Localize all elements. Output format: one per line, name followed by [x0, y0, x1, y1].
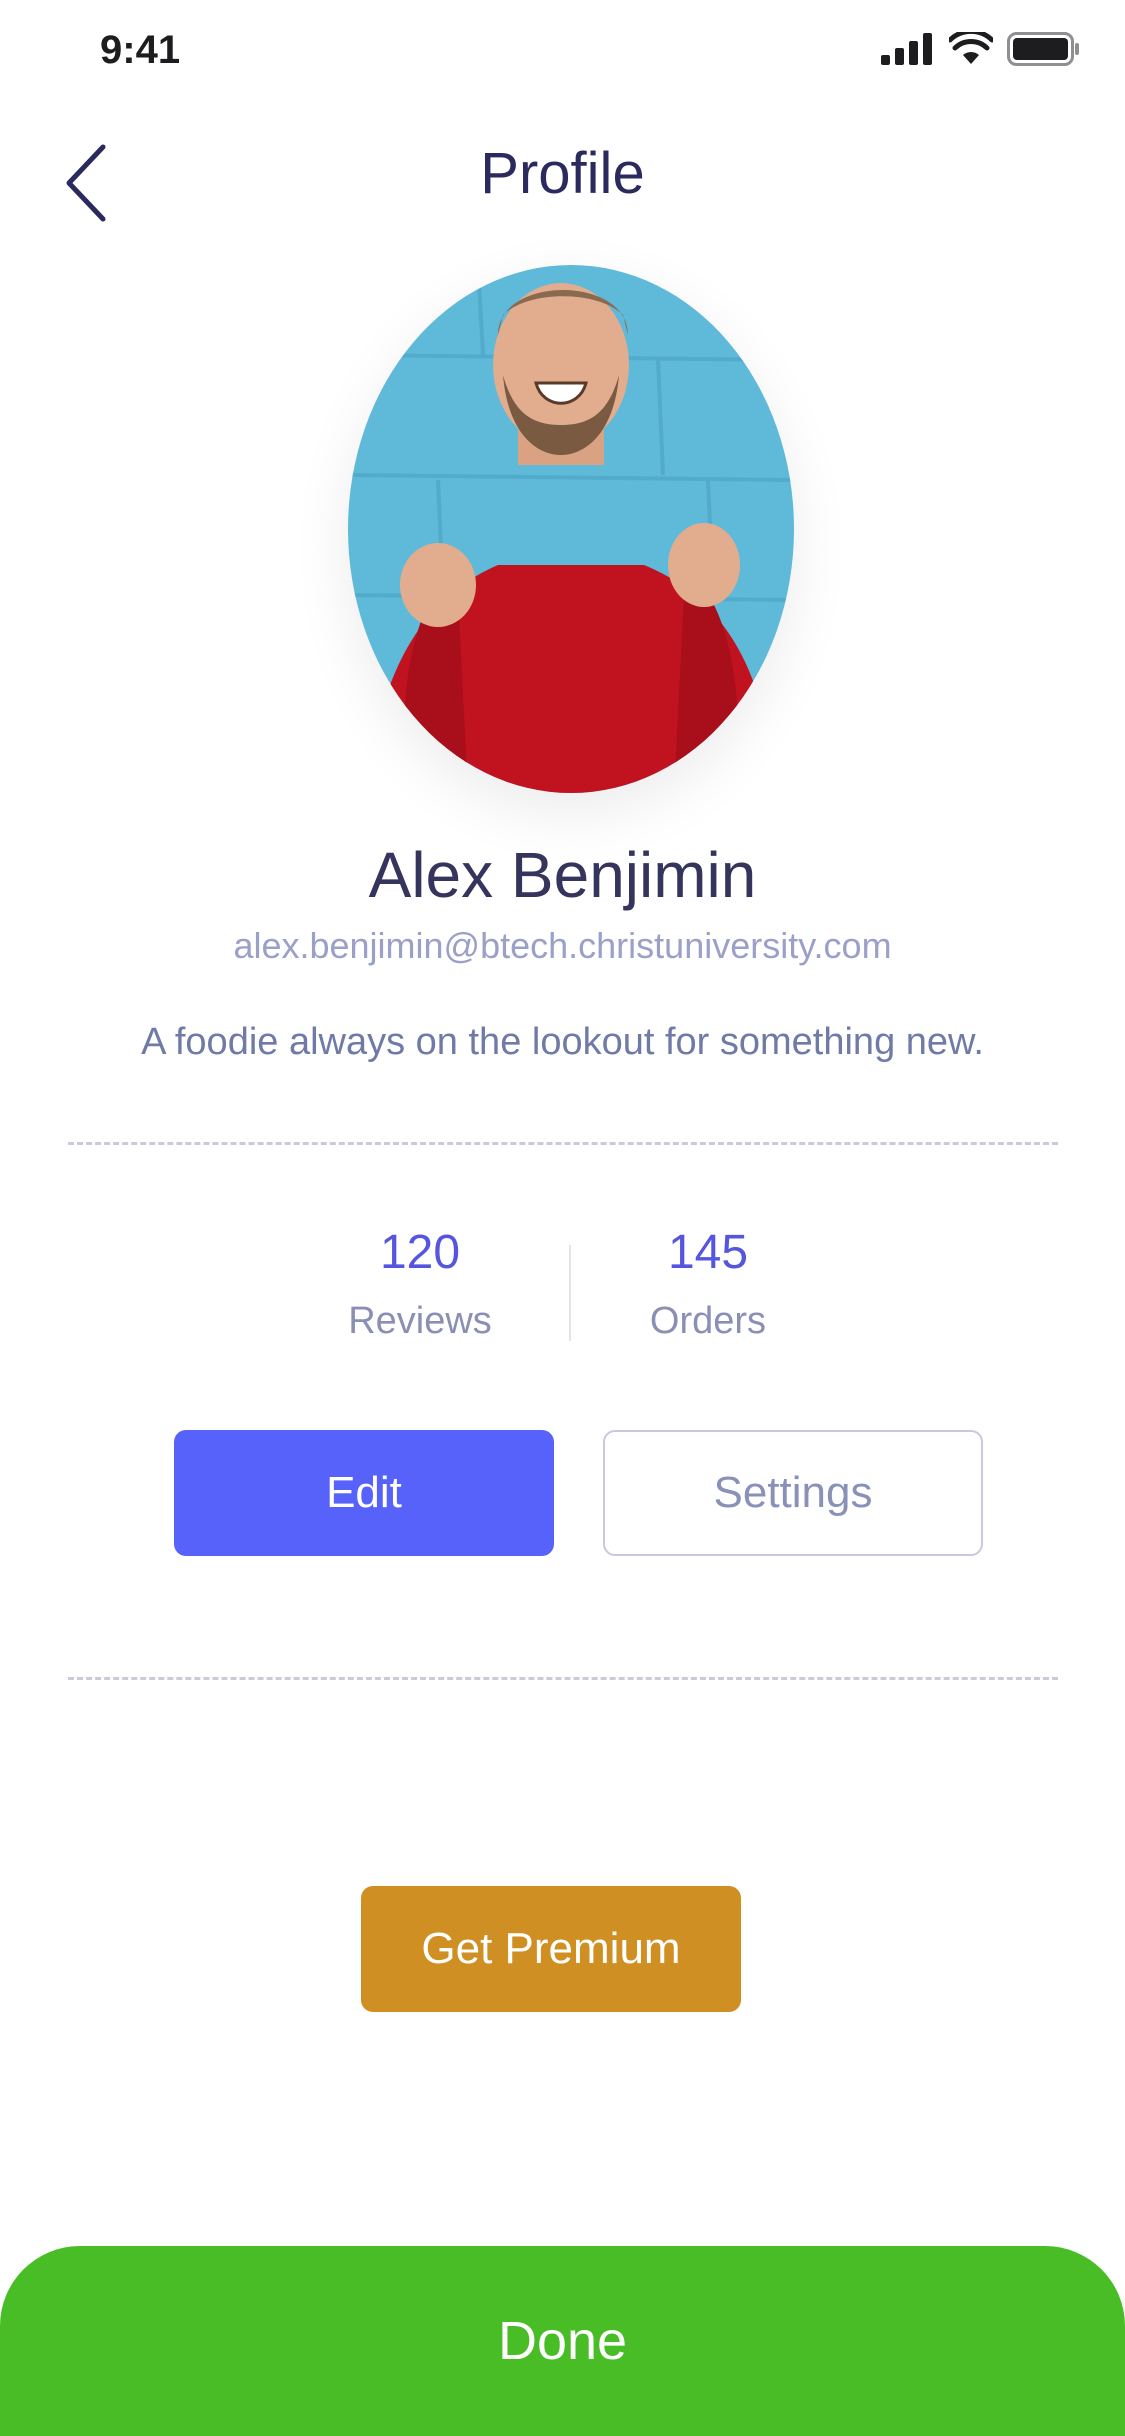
avatar [348, 265, 794, 793]
stat-reviews[interactable]: 120 Reviews [300, 1225, 540, 1343]
page-title: Profile [480, 141, 645, 206]
stat-orders-label: Orders [649, 1300, 767, 1342]
done-button[interactable]: Done [0, 2246, 1125, 2436]
divider-top [68, 1142, 1058, 1145]
wifi-icon [947, 28, 995, 71]
battery-icon [1007, 32, 1081, 71]
settings-button[interactable]: Settings [603, 1430, 983, 1556]
stat-reviews-value: 120 [379, 1226, 461, 1279]
stat-divider [569, 1245, 571, 1341]
edit-button[interactable]: Edit [174, 1430, 554, 1556]
stat-orders-value: 145 [667, 1226, 749, 1279]
status-time: 9:41 [100, 28, 181, 72]
stat-reviews-label: Reviews [348, 1300, 492, 1342]
stat-orders[interactable]: 145 Orders [588, 1225, 828, 1343]
user-email: alex.benjimin@btech.christuniversity.com [233, 925, 892, 966]
get-premium-button[interactable]: Get Premium [361, 1886, 741, 2012]
signal-icon [881, 33, 935, 70]
user-name: Alex Benjimin [368, 839, 757, 911]
user-bio: A foodie always on the lookout for somet… [141, 1021, 984, 1063]
status-icons [881, 28, 1081, 71]
divider-bottom [68, 1677, 1058, 1680]
